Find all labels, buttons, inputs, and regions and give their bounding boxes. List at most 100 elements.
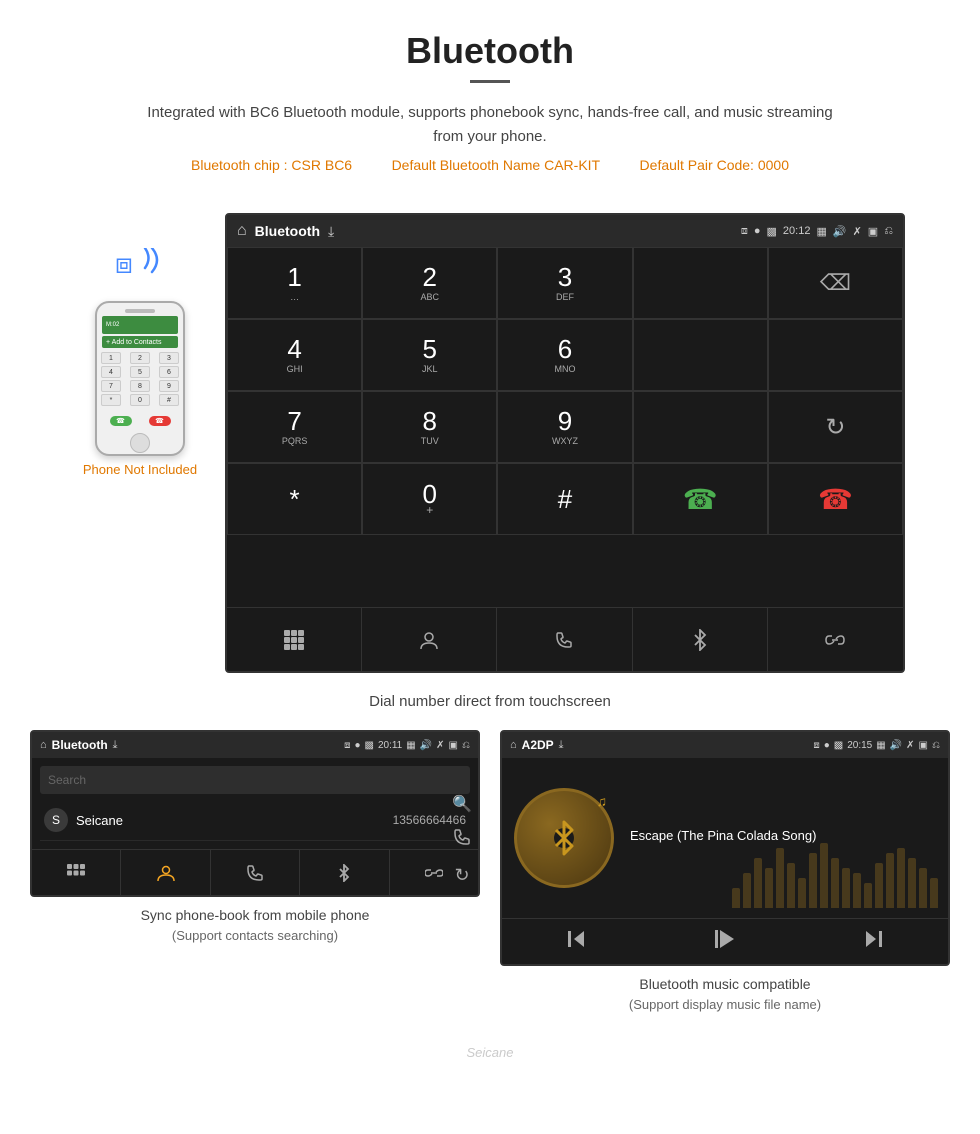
phone-key-6: 6 (159, 366, 179, 378)
music-statusbar-left: ⌂ A2DP ⤓ (510, 738, 564, 752)
dial-empty-r3c4 (633, 391, 768, 463)
music-next-btn[interactable] (854, 929, 894, 954)
dial-refresh-cell[interactable]: ↻ (768, 391, 903, 463)
phonebook-wrapper: Search S Seicane 13566664466 🔍 (32, 758, 478, 849)
pb-signal-icon: ▩ (365, 740, 374, 751)
dial-key-6[interactable]: 6 MNO (497, 319, 632, 391)
dial-call-red-cell[interactable]: ☎ (768, 463, 903, 535)
dial-call-green-cell[interactable]: ☎ (633, 463, 768, 535)
music-screen-title: A2DP (522, 738, 554, 752)
pb-side-search-icon[interactable]: 🔍 (452, 794, 472, 814)
page-title: Bluetooth (20, 30, 960, 72)
music-song-title: Escape (The Pina Colada Song) (630, 828, 936, 843)
music-prev-btn[interactable] (556, 929, 596, 954)
pb-bt-icon: ⧈ (344, 740, 350, 751)
pb-bottom-bt[interactable] (300, 850, 389, 895)
music-visualizer-bg (722, 843, 948, 918)
phone-image-container: ⧈ M:02 + Add to Contacts 1 2 3 (75, 243, 205, 477)
dial-bottom-bluetooth-icon[interactable] (633, 608, 768, 671)
dial-empty-r2c5 (768, 319, 903, 391)
time-display: 20:12 (783, 225, 811, 237)
music-content: ♫ Escape (The Pina Colada Song) (502, 758, 948, 918)
dial-bottom-grid-icon[interactable] (227, 608, 362, 671)
phone-key-3: 3 (159, 352, 179, 364)
signal-icon: ▩ (767, 225, 777, 238)
phone-key-1: 1 (101, 352, 121, 364)
dial-key-hash[interactable]: # (497, 463, 632, 535)
bluetooth-symbol-icon: ⧈ (115, 248, 133, 281)
dial-key-0[interactable]: 0 + (362, 463, 497, 535)
dial-empty-r2c4 (633, 319, 768, 391)
bluetooth-info: Bluetooth chip : CSR BC6 Default Bluetoo… (20, 157, 960, 173)
key-4-letters: GHI (287, 364, 303, 374)
music-caption: Bluetooth music compatible (Support disp… (629, 974, 821, 1015)
dial-section: ⧈ M:02 + Add to Contacts 1 2 3 (0, 203, 980, 683)
phonebook-statusbar-right: ⧈ ● ▩ 20:11 ▦ 🔊 ✗ ▣ ⎌ (344, 740, 470, 751)
music-play-pause-btn[interactable] (704, 928, 746, 955)
phone-key-9: 9 (159, 380, 179, 392)
dial-bottom-contacts-icon[interactable] (362, 608, 497, 671)
call-red-icon: ☎ (818, 483, 853, 516)
dial-key-3[interactable]: 3 DEF (497, 247, 632, 319)
bluetooth-icon-container: ⧈ (110, 243, 170, 293)
music-bottom-bar (502, 918, 948, 964)
phonebook-statusbar-left: ⌂ Bluetooth ⤓ (40, 738, 118, 752)
pb-vol-icon: 🔊 (420, 740, 432, 751)
dial-pad-grid: 1 … 2 ABC 3 DEF ⌫ 4 GHI 5 JKL (227, 247, 903, 607)
phone-screen-bar: M:02 (102, 316, 178, 334)
phone-end-button: ☎ (149, 416, 171, 426)
add-contacts-label: + Add to Contacts (106, 339, 161, 346)
phone-key-8: 8 (130, 380, 150, 392)
pb-bottom-grid[interactable] (32, 850, 121, 895)
key-5-letters: JKL (422, 364, 438, 374)
phonebook-screen-title: Bluetooth (52, 738, 108, 752)
contact-row: S Seicane 13566664466 (40, 800, 470, 841)
music-caption-main: Bluetooth music compatible (629, 974, 821, 995)
dial-statusbar: ⌂ Bluetooth ⤓ ⧈ ● ▩ 20:12 ▦ 🔊 ✗ ▣ ⎌ (227, 215, 903, 247)
dial-bottom-link-icon[interactable] (768, 608, 903, 671)
volume-icon: 🔊 (833, 225, 847, 238)
mus-win-icon: ▣ (919, 740, 928, 751)
dial-key-4[interactable]: 4 GHI (227, 319, 362, 391)
pb-close-icon: ✗ (436, 740, 444, 751)
pb-bottom-contacts[interactable] (121, 850, 210, 895)
contact-name: Seicane (76, 813, 393, 828)
pb-side-phone-icon[interactable] (453, 828, 471, 851)
bluetooth-status-icon: ⧈ (741, 225, 748, 238)
page-header: Bluetooth Integrated with BC6 Bluetooth … (0, 0, 980, 203)
key-5-num: 5 (423, 336, 437, 362)
pb-cam-icon: ▦ (406, 740, 415, 751)
window-icon: ▣ (868, 225, 878, 238)
dial-key-star[interactable]: * (227, 463, 362, 535)
dial-key-7[interactable]: 7 PQRS (227, 391, 362, 463)
mus-time: 20:15 (847, 740, 872, 751)
dial-key-8[interactable]: 8 TUV (362, 391, 497, 463)
music-album-art: ♫ (514, 788, 614, 888)
dial-key-5[interactable]: 5 JKL (362, 319, 497, 391)
dial-key-9[interactable]: 9 WXYZ (497, 391, 632, 463)
key-2-num: 2 (423, 264, 437, 290)
dial-backspace-cell[interactable]: ⌫ (768, 247, 903, 319)
mus-cam-icon: ▦ (876, 740, 885, 751)
music-statusbar-right: ⧈ ● ▩ 20:15 ▦ 🔊 ✗ ▣ ⎌ (813, 740, 940, 751)
phonebook-caption-main: Sync phone-book from mobile phone (141, 905, 370, 926)
key-0-plus: + (426, 503, 433, 517)
dial-key-2[interactable]: 2 ABC (362, 247, 497, 319)
pb-bottom-phone[interactable] (211, 850, 300, 895)
phone-call-button: ☎ (110, 416, 132, 426)
phonebook-caption: Sync phone-book from mobile phone (Suppo… (141, 905, 370, 946)
phone-key-5: 5 (130, 366, 150, 378)
key-hash-num: # (558, 486, 572, 512)
search-bar[interactable]: Search (40, 766, 470, 794)
music-usb-icon: ⤓ (559, 739, 564, 752)
page-description: Integrated with BC6 Bluetooth module, su… (140, 101, 840, 149)
dial-bottom-phone-icon[interactable] (497, 608, 632, 671)
pb-side-refresh-icon[interactable]: ↻ (454, 865, 469, 886)
dial-key-1[interactable]: 1 … (227, 247, 362, 319)
phone-dial-pad: 1 2 3 4 5 6 7 8 9 * 0 # (97, 350, 183, 410)
music-screen: ⌂ A2DP ⤓ ⧈ ● ▩ 20:15 ▦ 🔊 ✗ ▣ ⎌ (500, 730, 950, 966)
contact-avatar: S (44, 808, 68, 832)
phonebook-content: Search S Seicane 13566664466 (32, 758, 478, 849)
phonebook-usb-icon: ⤓ (113, 739, 118, 752)
mus-back-icon: ⎌ (932, 740, 940, 751)
